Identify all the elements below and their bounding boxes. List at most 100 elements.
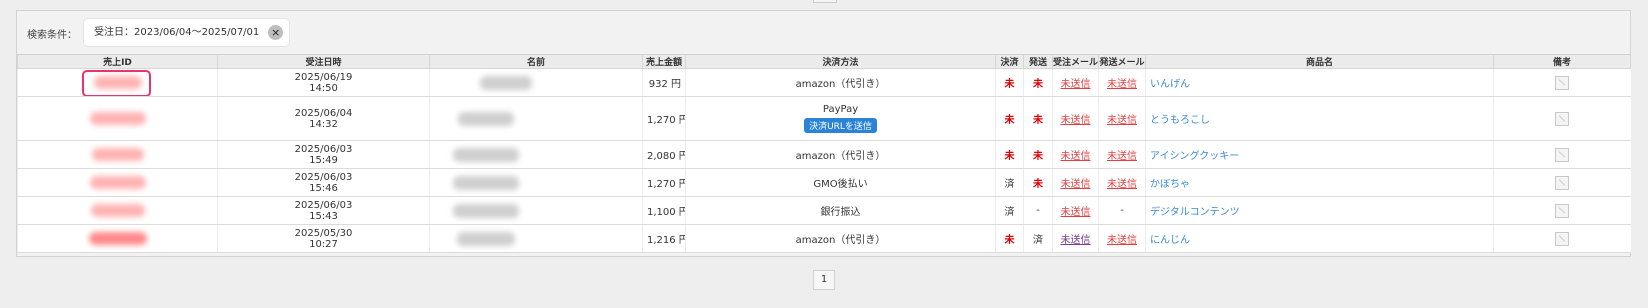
order-mail-cell: 未送信 (1052, 224, 1099, 253)
product-link[interactable]: とうもろこし (1150, 115, 1210, 126)
paid-status[interactable]: 未 (995, 96, 1024, 141)
ship-mail-link[interactable]: 未送信 (1107, 235, 1137, 246)
shipped-status[interactable]: 済 (1023, 224, 1053, 253)
col-header-name[interactable]: 名前 (429, 54, 643, 69)
ship-mail-link[interactable]: 未送信 (1107, 151, 1137, 162)
redacted-sales-id[interactable] (90, 204, 145, 217)
memo-icon[interactable] (1555, 203, 1570, 218)
memo-icon[interactable] (1555, 231, 1570, 246)
paid-status[interactable]: 未 (995, 224, 1024, 253)
redacted-sales-id[interactable] (89, 112, 146, 125)
order-mail-cell: 未送信 (1052, 68, 1099, 97)
payment-method-text: PayPay (822, 104, 859, 115)
amount-cell: 1,270 円 (642, 168, 686, 197)
shipped-status[interactable]: - (1023, 196, 1053, 225)
redacted-name (453, 175, 519, 190)
table-row[interactable]: 2025/06/04 14:32 1,270 円 PayPay 決済URLを送信… (17, 96, 1631, 141)
sales-id-cell[interactable] (17, 96, 218, 141)
product-link[interactable]: いんげん (1150, 79, 1190, 90)
ship-mail-link[interactable]: 未送信 (1107, 79, 1137, 90)
redacted-sales-id[interactable] (88, 232, 147, 245)
date-filter-text: 受注日：2023/06/04〜2025/07/01 (94, 27, 260, 38)
product-link[interactable]: にんじん (1150, 235, 1190, 246)
col-header-order-mail[interactable]: 受注メール (1052, 54, 1099, 69)
ship-mail-status: - (1120, 205, 1124, 216)
table-row[interactable]: 2025/06/03 15:43 1,100 円 銀行振込 済 - 未送信 - … (17, 196, 1631, 225)
product-cell: かぼちゃ (1145, 168, 1494, 197)
memo-icon[interactable] (1555, 147, 1570, 162)
payment-method-cell: amazon（代引き） (685, 224, 996, 253)
shipped-status[interactable]: 未 (1023, 68, 1053, 97)
shipped-status[interactable]: 未 (1023, 96, 1053, 141)
col-header-memo[interactable]: 備考 (1493, 54, 1631, 69)
redacted-sales-id[interactable] (91, 148, 144, 161)
send-payment-url-button[interactable]: 決済URLを送信 (804, 118, 877, 133)
product-link[interactable]: デジタルコンテンツ (1150, 207, 1240, 218)
col-header-payment-method[interactable]: 決済方法 (685, 54, 996, 69)
memo-icon[interactable] (1555, 111, 1570, 126)
ship-mail-link[interactable]: 未送信 (1107, 115, 1137, 126)
order-time: 10:27 (309, 238, 338, 250)
sales-id-cell[interactable] (17, 140, 218, 169)
col-header-paid[interactable]: 決済 (995, 54, 1024, 69)
paid-status-text: 済 (1004, 179, 1015, 190)
amount-cell: 1,270 円 (642, 96, 686, 141)
highlight-box (82, 70, 151, 96)
sales-id-cell[interactable] (17, 68, 218, 97)
pagination-page-1[interactable]: 1 (813, 270, 835, 290)
product-link[interactable]: アイシングクッキー (1150, 151, 1239, 162)
product-link[interactable]: かぼちゃ (1150, 179, 1190, 190)
col-header-ship-mail[interactable]: 発送メール (1098, 54, 1146, 69)
amount-cell: 2,080 円 (642, 140, 686, 169)
paid-status[interactable]: 未 (995, 68, 1024, 97)
table-row[interactable]: 2025/06/19 14:50 932 円 amazon（代引き） 未 未 未… (17, 68, 1631, 97)
col-header-shipped[interactable]: 発送 (1023, 54, 1053, 69)
order-time: 14:32 (309, 118, 338, 130)
order-mail-link[interactable]: 未送信 (1061, 151, 1091, 162)
amount-cell: 932 円 (642, 68, 686, 97)
sales-id-cell[interactable] (17, 168, 218, 197)
shipped-status[interactable]: 未 (1023, 140, 1053, 169)
redacted-name (453, 147, 519, 162)
redacted-sales-id[interactable] (89, 176, 146, 189)
order-time: 15:49 (309, 154, 338, 166)
redacted-name (453, 203, 519, 218)
ship-mail-link[interactable]: 未送信 (1107, 179, 1137, 190)
order-datetime-cell: 2025/06/03 15:46 (217, 168, 430, 197)
paid-status-text: 未 (1004, 235, 1015, 246)
order-time: 14:50 (309, 82, 338, 94)
paid-status[interactable]: 済 (995, 196, 1024, 225)
date-filter-chip[interactable]: 受注日：2023/06/04〜2025/07/01 × (84, 19, 290, 46)
memo-icon[interactable] (1555, 175, 1570, 190)
sales-id-cell[interactable] (17, 224, 218, 253)
table-row[interactable]: 2025/06/03 15:46 1,270 円 GMO後払い 済 未 未送信 … (17, 168, 1631, 197)
order-mail-link[interactable]: 未送信 (1061, 179, 1091, 190)
col-header-sales-id[interactable]: 売上ID (17, 54, 218, 69)
orders-table: 売上ID 受注日時 名前 売上金額 決済方法 決済 発送 受注メール 発送メール… (17, 54, 1631, 253)
paid-status[interactable]: 済 (995, 168, 1024, 197)
order-mail-link[interactable]: 未送信 (1061, 79, 1091, 90)
col-header-product[interactable]: 商品名 (1145, 54, 1494, 69)
order-mail-cell: 未送信 (1052, 140, 1099, 169)
order-date: 2025/06/04 (294, 107, 353, 119)
order-mail-link[interactable]: 未送信 (1061, 115, 1091, 126)
memo-cell (1493, 68, 1631, 97)
paid-status[interactable]: 未 (995, 140, 1024, 169)
order-mail-link[interactable]: 未送信 (1061, 235, 1091, 246)
table-row[interactable]: 2025/06/03 15:49 2,080 円 amazon（代引き） 未 未… (17, 140, 1631, 169)
sales-id-cell[interactable] (17, 196, 218, 225)
table-row[interactable]: 2025/05/30 10:27 1,216 円 amazon（代引き） 未 済… (17, 224, 1631, 253)
order-date: 2025/05/30 (294, 227, 353, 239)
order-date: 2025/06/19 (294, 71, 353, 83)
shipped-status[interactable]: 未 (1023, 168, 1053, 197)
payment-method-cell: GMO後払い (685, 168, 996, 197)
name-cell (429, 168, 643, 197)
payment-method-cell: 銀行振込 (685, 196, 996, 225)
col-header-order-datetime[interactable]: 受注日時 (217, 54, 430, 69)
col-header-amount[interactable]: 売上金額 (642, 54, 686, 69)
memo-icon[interactable] (1555, 75, 1570, 90)
ship-mail-cell: 未送信 (1098, 68, 1146, 97)
order-mail-link[interactable]: 未送信 (1061, 207, 1091, 218)
close-icon[interactable]: × (268, 25, 284, 40)
name-cell (429, 224, 643, 253)
